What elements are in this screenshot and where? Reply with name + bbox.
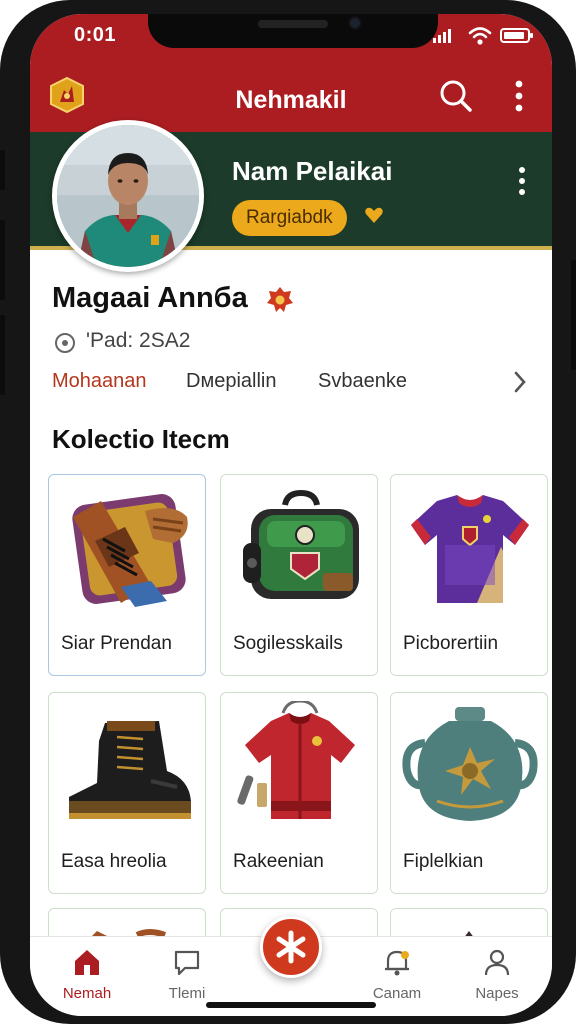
nav-profile[interactable]: Napes: [452, 937, 542, 1013]
item-label: Sogilesskails: [233, 633, 343, 654]
signal-icon: [433, 29, 451, 43]
item-card[interactable]: Fiplelkian: [390, 692, 548, 894]
speaker: [258, 20, 328, 28]
item-card[interactable]: Sogilesskails: [220, 474, 378, 676]
banner-more-icon[interactable]: [512, 164, 532, 198]
item-label: Rakeenian: [233, 851, 324, 872]
status-bar: 0:01: [30, 14, 552, 64]
silent-switch: [0, 150, 5, 190]
nav-notifications-label: Canam: [372, 985, 422, 1002]
home-indicator[interactable]: [206, 1002, 376, 1008]
volume-down-button: [0, 315, 5, 395]
jersey-icon: [411, 495, 529, 603]
tab-mohaanan[interactable]: Mohaanan: [52, 370, 147, 393]
player-name: Nam Pelaikai: [232, 156, 393, 186]
search-icon[interactable]: [436, 76, 476, 116]
notch: [148, 14, 438, 48]
volume-up-button: [0, 220, 5, 300]
red-shirt-icon: [237, 701, 355, 819]
nav-profile-label: Napes: [475, 985, 519, 1002]
item-label: Siar Prendan: [61, 633, 172, 654]
chevron-right-icon[interactable]: [510, 368, 530, 396]
battery-icon: [500, 28, 533, 43]
avatar[interactable]: [52, 120, 204, 272]
user-icon: [484, 949, 510, 976]
item-label: Easa hreolia: [61, 851, 167, 872]
star-burst-icon: [276, 930, 306, 964]
item-card[interactable]: Picborertiin: [390, 474, 548, 676]
item-card[interactable]: Easa hreolia: [48, 692, 206, 894]
bell-icon: [385, 950, 409, 976]
nav-messages-label: Tlemi: [168, 985, 206, 1002]
nav-home-label: Nemah: [62, 985, 112, 1002]
front-camera: [348, 16, 362, 30]
rank-badge[interactable]: Rargiabdk: [232, 200, 347, 236]
screen: 0:01 Nehmakil Nam Pelaikai Rargiabdk Mag…: [30, 14, 552, 1016]
pad-label: 'Pad: 2SA2: [86, 329, 191, 352]
user-name: Magaai Annба: [52, 282, 248, 314]
item-label: Fiplelkian: [403, 851, 484, 872]
boot-icon: [69, 721, 191, 819]
tab-svbaenke[interactable]: Svbaenke: [318, 370, 407, 393]
item-label: Picborertiin: [403, 633, 499, 654]
verified-badge-icon: [267, 287, 293, 312]
sports-bag-icon: [243, 489, 359, 599]
nav-home[interactable]: Nemah: [42, 937, 132, 1013]
chat-icon: [174, 950, 200, 976]
location-icon: [55, 333, 75, 353]
item-card[interactable]: Rakeenian: [220, 692, 378, 894]
status-time: 0:01: [74, 24, 117, 46]
heart-icon[interactable]: [363, 204, 385, 226]
leather-gloves-icon: [72, 494, 188, 607]
add-fab-button[interactable]: [260, 916, 322, 978]
ceramic-vase-icon: [402, 707, 538, 821]
wifi-icon: [468, 27, 492, 45]
more-vertical-icon[interactable]: [504, 76, 534, 116]
section-title: Kolectio Itecm: [52, 424, 230, 454]
tab-dmepiallin[interactable]: Dмepiallin: [186, 370, 276, 393]
power-button: [571, 260, 576, 370]
player-photo: [57, 125, 199, 267]
home-icon: [75, 950, 99, 975]
item-card[interactable]: Siar Prendan: [48, 474, 206, 676]
phone-frame: 0:01 Nehmakil Nam Pelaikai Rargiabdk Mag…: [0, 0, 576, 1024]
